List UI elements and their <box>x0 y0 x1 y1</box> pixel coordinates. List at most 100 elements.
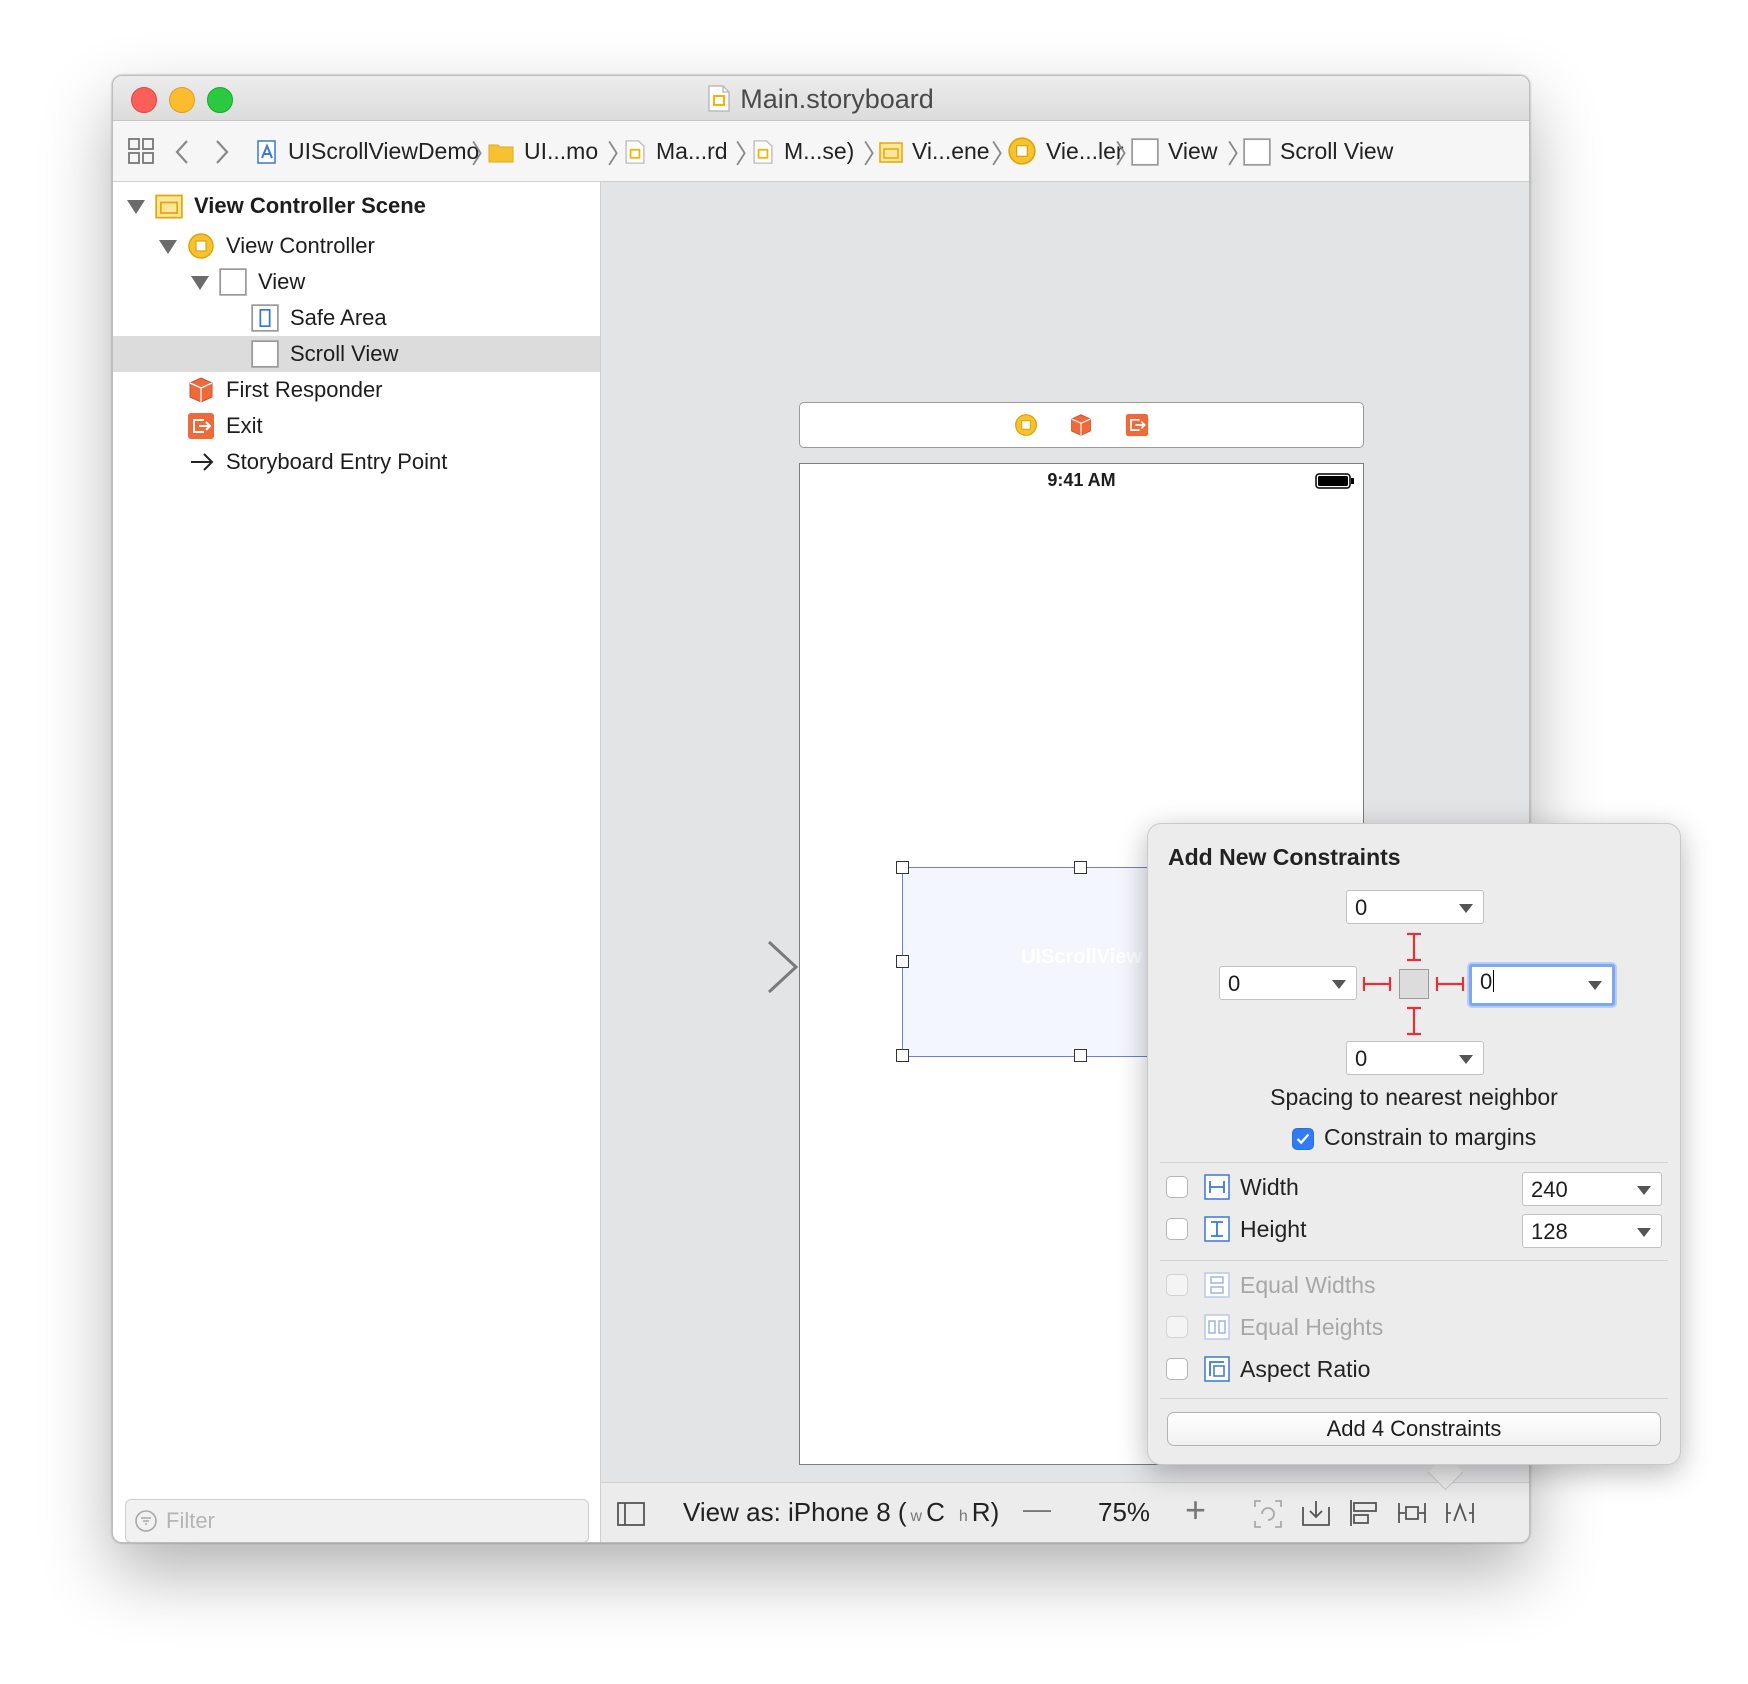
tree-item-exit[interactable]: Exit <box>113 408 600 444</box>
left-spacing-dropdown[interactable]: 0 <box>1219 966 1357 1000</box>
scene-icon <box>155 194 183 219</box>
exit-icon <box>188 413 214 439</box>
zoom-out-button[interactable]: — <box>1023 1493 1051 1525</box>
tree-item-first-responder[interactable]: First Responder <box>113 372 600 408</box>
resize-handle-top-left[interactable] <box>896 861 909 874</box>
document-outline: View Controller Scene View Controller Vi… <box>113 182 601 1542</box>
equal-heights-checkbox[interactable] <box>1166 1316 1188 1338</box>
text-cursor <box>1493 970 1495 992</box>
left-constraint-strut-icon[interactable] <box>1362 972 1392 996</box>
breadcrumb-storyboard[interactable]: Ma...rd <box>623 135 728 167</box>
title-bar: Main.storyboard <box>113 76 1529 121</box>
aspect-ratio-label: Aspect Ratio <box>1240 1356 1371 1382</box>
app-project-icon <box>257 140 276 164</box>
bottom-constraint-strut-icon[interactable] <box>1402 1006 1426 1036</box>
filter-input[interactable]: Filter <box>125 1499 589 1542</box>
right-spacing-value: 0 <box>1480 969 1493 994</box>
constrain-to-margins-checkbox[interactable] <box>1292 1128 1314 1150</box>
right-constraint-strut-icon[interactable] <box>1435 972 1465 996</box>
embed-in-icon[interactable] <box>1301 1499 1331 1527</box>
breadcrumb-scroll-view[interactable]: Scroll View <box>1243 135 1393 167</box>
width-checkbox[interactable] <box>1166 1176 1188 1198</box>
tree-item-safe-area[interactable]: Safe Area <box>113 300 600 336</box>
tree-item-storyboard-entry-point[interactable]: Storyboard Entry Point <box>113 444 600 480</box>
tree-item-view[interactable]: View <box>113 264 600 300</box>
height-label: Height <box>1240 1216 1307 1242</box>
breadcrumb-project[interactable]: UIScrollViewDemo <box>255 135 479 167</box>
breadcrumb-label: Vie...ler <box>1046 138 1124 164</box>
disclosure-triangle-icon[interactable] <box>191 276 209 290</box>
height-value-dropdown[interactable]: 128 <box>1522 1214 1662 1248</box>
safe-area-icon <box>251 304 279 332</box>
equal-widths-checkbox[interactable] <box>1166 1274 1188 1296</box>
entry-point-arrow-icon[interactable] <box>645 937 801 997</box>
tree-item-label: View Controller <box>226 233 375 258</box>
breadcrumb-scene[interactable]: Vi...ene <box>879 135 990 167</box>
disclosure-triangle-icon[interactable] <box>127 200 145 214</box>
storyboard-file-icon <box>708 85 730 112</box>
view-icon <box>219 268 247 296</box>
filter-placeholder: Filter <box>166 1508 215 1533</box>
align-icon[interactable] <box>1349 1499 1379 1527</box>
view-controller-icon[interactable] <box>1014 413 1038 437</box>
size-class-w: w <box>910 1508 923 1525</box>
window-title: Main.storyboard <box>113 84 1529 115</box>
right-spacing-dropdown[interactable]: 0 <box>1469 964 1615 1006</box>
breadcrumb-folder[interactable]: UI...mo <box>487 135 598 167</box>
equal-heights-icon <box>1204 1314 1230 1340</box>
storyboard-file-icon <box>625 140 645 164</box>
disclosure-triangle-icon[interactable] <box>159 240 177 254</box>
resize-handle-bottom-left[interactable] <box>896 1049 909 1062</box>
popover-title: Add New Constraints <box>1168 844 1401 870</box>
tree-item-view-controller[interactable]: View Controller <box>113 228 600 264</box>
tree-item-scroll-view[interactable]: Scroll View <box>113 336 600 372</box>
tree-item-label: View Controller Scene <box>194 193 426 218</box>
width-label: Width <box>1240 1174 1299 1200</box>
aspect-ratio-checkbox[interactable] <box>1166 1358 1188 1380</box>
height-value: 128 <box>1531 1219 1568 1244</box>
equal-widths-icon <box>1204 1272 1230 1298</box>
view-icon <box>1131 138 1159 166</box>
divider <box>1160 1260 1668 1261</box>
height-checkbox[interactable] <box>1166 1218 1188 1240</box>
resize-handle-left[interactable] <box>896 955 909 968</box>
first-responder-icon <box>189 377 213 403</box>
width-value-dropdown[interactable]: 240 <box>1522 1172 1662 1206</box>
resize-handle-bottom[interactable] <box>1074 1049 1087 1062</box>
jump-bar: UIScrollViewDemo 〉 UI...mo 〉 Ma...rd 〉 M… <box>113 121 1529 182</box>
view-as-device-button[interactable]: View as: iPhone 8 (w Ch R) <box>683 1497 999 1528</box>
divider <box>1160 1162 1668 1163</box>
top-spacing-dropdown[interactable]: 0 <box>1346 890 1484 924</box>
zoom-level[interactable]: 75% <box>1098 1497 1150 1528</box>
toggle-outline-icon[interactable] <box>617 1502 645 1526</box>
breadcrumb-label: M...se) <box>784 138 855 164</box>
related-items-icon[interactable] <box>127 137 155 165</box>
equal-widths-label: Equal Widths <box>1240 1272 1376 1298</box>
resize-handle-top[interactable] <box>1074 861 1087 874</box>
resolve-auto-layout-issues-icon[interactable] <box>1445 1499 1475 1527</box>
view-controller-icon <box>188 233 214 259</box>
zoom-in-button[interactable]: + <box>1185 1489 1206 1531</box>
breadcrumb-storyboard-base[interactable]: M...se) <box>751 135 854 167</box>
tree-item-view-controller-scene[interactable]: View Controller Scene <box>113 188 600 224</box>
battery-icon <box>1315 473 1354 489</box>
folder-icon <box>488 144 514 163</box>
constraint-center-box <box>1399 969 1429 999</box>
update-frames-icon[interactable] <box>1253 1499 1283 1529</box>
forward-chevron-icon[interactable] <box>213 139 231 165</box>
exit-icon[interactable] <box>1125 413 1149 437</box>
top-constraint-strut-icon[interactable] <box>1402 932 1426 962</box>
breadcrumb-view[interactable]: View <box>1131 135 1217 167</box>
breadcrumb-label: Vi...ene <box>912 138 990 164</box>
bottom-spacing-dropdown[interactable]: 0 <box>1346 1041 1484 1075</box>
aspect-ratio-icon <box>1204 1356 1230 1382</box>
bottom-spacing-value: 0 <box>1355 1046 1368 1071</box>
breadcrumb-view-controller[interactable]: Vie...ler <box>1007 135 1124 167</box>
add-constraints-button[interactable]: Add 4 Constraints <box>1167 1412 1661 1446</box>
chevron-down-icon <box>1459 904 1473 913</box>
back-chevron-icon[interactable] <box>173 139 191 165</box>
divider <box>1160 1398 1668 1399</box>
first-responder-icon[interactable] <box>1069 413 1093 437</box>
add-new-constraints-icon[interactable] <box>1397 1499 1427 1527</box>
breadcrumb-label: UI...mo <box>524 138 599 164</box>
